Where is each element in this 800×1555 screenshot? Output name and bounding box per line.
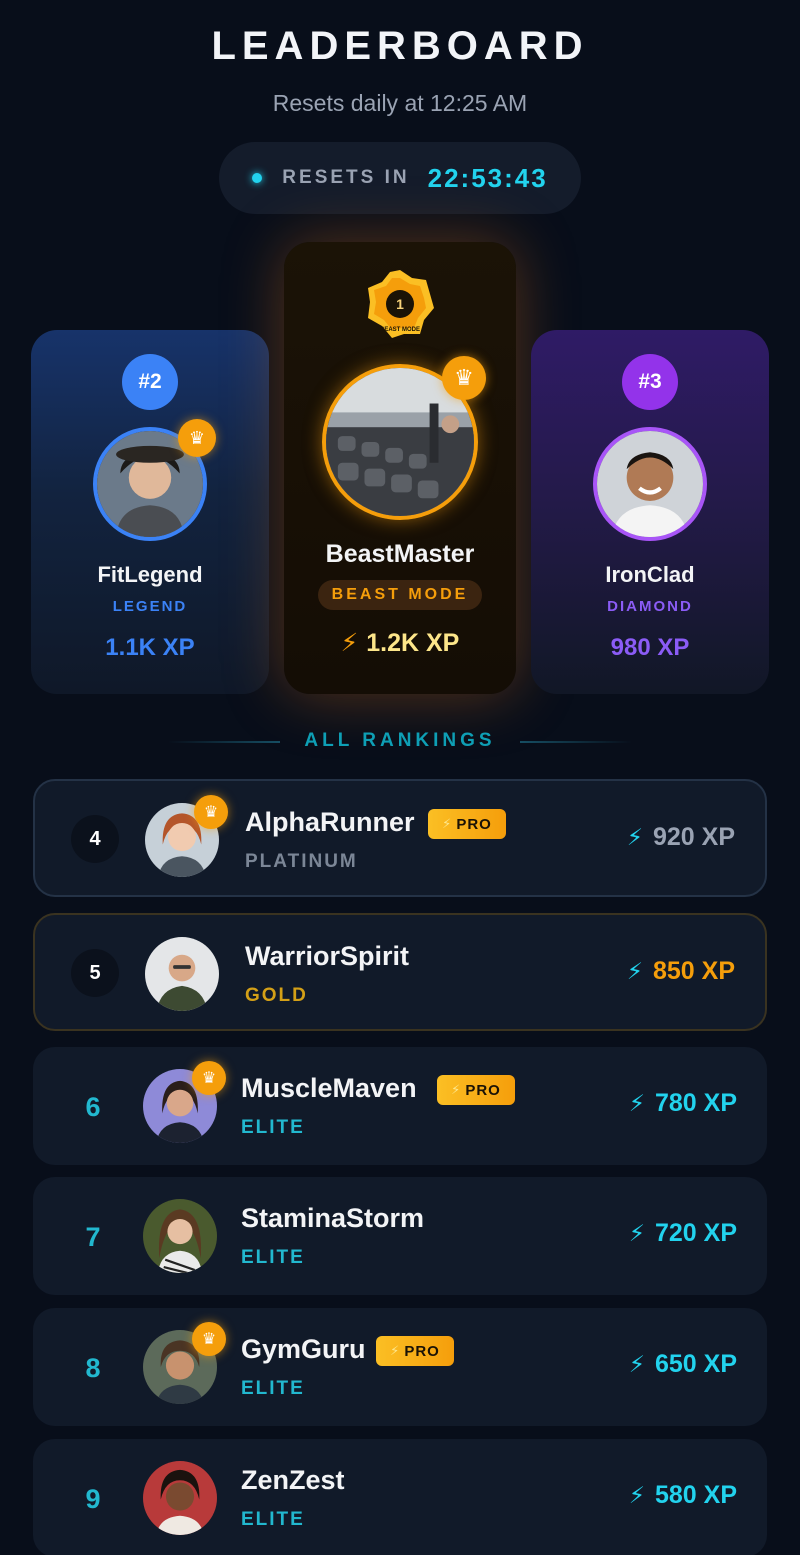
rank-badge: #2 (122, 354, 178, 410)
row-xp: ⚡ 850 XP (626, 957, 735, 985)
ranking-row[interactable]: 8 ♛ GymGuru ⚡ PRO ELITE ⚡ 650 XP (33, 1308, 767, 1426)
section-heading: ALL RANKINGS (304, 730, 496, 751)
row-tier: ELITE (241, 1117, 305, 1138)
bolt-icon: ⚡ (628, 1351, 645, 1377)
bolt-icon: ⚡ (442, 816, 453, 831)
podium-tier: LEGEND (112, 598, 188, 615)
ranking-row[interactable]: 4 ♛ AlphaRunner ⚡ PRO PLATINUM ⚡ 920 XP (33, 779, 767, 897)
row-rank: 9 (85, 1483, 101, 1514)
reset-countdown: RESETS IN 22:53:43 (219, 142, 581, 214)
row-name: StaminaStorm (241, 1203, 425, 1233)
reset-schedule-text: Resets daily at 12:25 AM (272, 90, 528, 116)
bolt-icon: ⚡ (390, 1343, 401, 1358)
avatar (593, 427, 707, 541)
bolt-icon: ⚡ (626, 958, 643, 984)
row-name: GymGuru (241, 1334, 366, 1364)
crown-icon: ♛ (178, 419, 216, 457)
row-xp: ⚡ 920 XP (626, 823, 735, 851)
podium-name: FitLegend (97, 562, 203, 587)
crown-icon: ♛ (192, 1322, 226, 1356)
podium-second-card[interactable]: #2 ♛ FitLegend LEGEND 1.1K XP (31, 330, 269, 694)
crown-icon: ♛ (192, 1061, 226, 1095)
avatar (143, 1461, 217, 1535)
row-tier: PLATINUM (245, 851, 358, 872)
row-rank: 5 (71, 949, 119, 997)
row-rank: 6 (85, 1091, 101, 1122)
row-xp: ⚡ 720 XP (628, 1219, 737, 1247)
crown-icon: ♛ (442, 356, 486, 400)
row-tier: GOLD (245, 985, 308, 1006)
status-dot-icon (252, 173, 263, 183)
avatar (143, 1199, 217, 1273)
row-rank: 4 (71, 815, 119, 863)
reset-countdown-label: RESETS IN (282, 167, 410, 188)
podium-third-card[interactable]: #3 IronClad DIAMOND 980 XP (531, 330, 769, 694)
row-tier: ELITE (241, 1509, 305, 1530)
podium-name: IronClad (605, 562, 695, 587)
bolt-icon: ⚡ (628, 1220, 645, 1246)
page-title: LEADERBOARD (211, 24, 589, 68)
podium-xp-value: 1.2K XP (366, 629, 460, 657)
ranking-row[interactable]: 7 StaminaStorm ELITE ⚡ 720 XP (33, 1177, 767, 1295)
row-name: ZenZest (241, 1465, 345, 1495)
row-xp: ⚡ 780 XP (628, 1089, 737, 1117)
ranking-row[interactable]: 9 ZenZest ELITE ⚡ 580 XP (33, 1439, 767, 1555)
medal-rank: 1 (396, 296, 404, 312)
all-rankings-divider: ALL RANKINGS (0, 728, 800, 758)
avatar (145, 937, 219, 1011)
beast-mode-badge: BEAST MODE (318, 580, 482, 610)
bolt-icon: ⚡ (626, 824, 643, 850)
bolt-icon: ⚡ (628, 1482, 645, 1508)
row-name: WarriorSpirit (245, 941, 410, 971)
ranking-row[interactable]: 5 WarriorSpirit GOLD ⚡ 850 XP (33, 913, 767, 1031)
row-tier: ELITE (241, 1247, 305, 1268)
podium-xp: ⚡ 1.2K XP (284, 628, 516, 658)
bolt-icon: ⚡ (451, 1082, 462, 1097)
crown-icon: ♛ (194, 795, 228, 829)
bolt-icon: ⚡ (340, 629, 359, 657)
row-xp: ⚡ 580 XP (628, 1481, 737, 1509)
podium-tier: DIAMOND (607, 598, 693, 615)
row-rank: 7 (85, 1221, 101, 1252)
row-name: AlphaRunner (245, 807, 415, 837)
rank-badge: #3 (622, 354, 678, 410)
reset-countdown-time: 22:53:43 (427, 162, 548, 193)
leaderboard-screen: LEADERBOARD Resets daily at 12:25 AM RES… (0, 0, 800, 1555)
row-name: MuscleMaven (241, 1073, 417, 1103)
row-tier: ELITE (241, 1378, 305, 1399)
bolt-icon: ⚡ (628, 1090, 645, 1116)
podium-name: BeastMaster (325, 540, 475, 568)
pro-badge: ⚡ PRO (428, 809, 506, 839)
row-rank: 8 (85, 1352, 101, 1383)
ranking-row[interactable]: 6 ♛ MuscleMaven ⚡ PRO ELITE ⚡ 780 XP (33, 1047, 767, 1165)
podium-xp: 1.1K XP (105, 634, 195, 661)
podium-first-card[interactable]: 1 BEAST MODE ♛ BeastMaster BEAST MODE ⚡ 1… (284, 242, 516, 694)
podium-xp: 980 XP (610, 634, 690, 661)
pro-badge: ⚡ PRO (376, 1336, 454, 1366)
row-xp: ⚡ 650 XP (628, 1350, 737, 1378)
medal-label: BEAST MODE (379, 327, 420, 333)
pro-badge: ⚡ PRO (437, 1075, 515, 1105)
